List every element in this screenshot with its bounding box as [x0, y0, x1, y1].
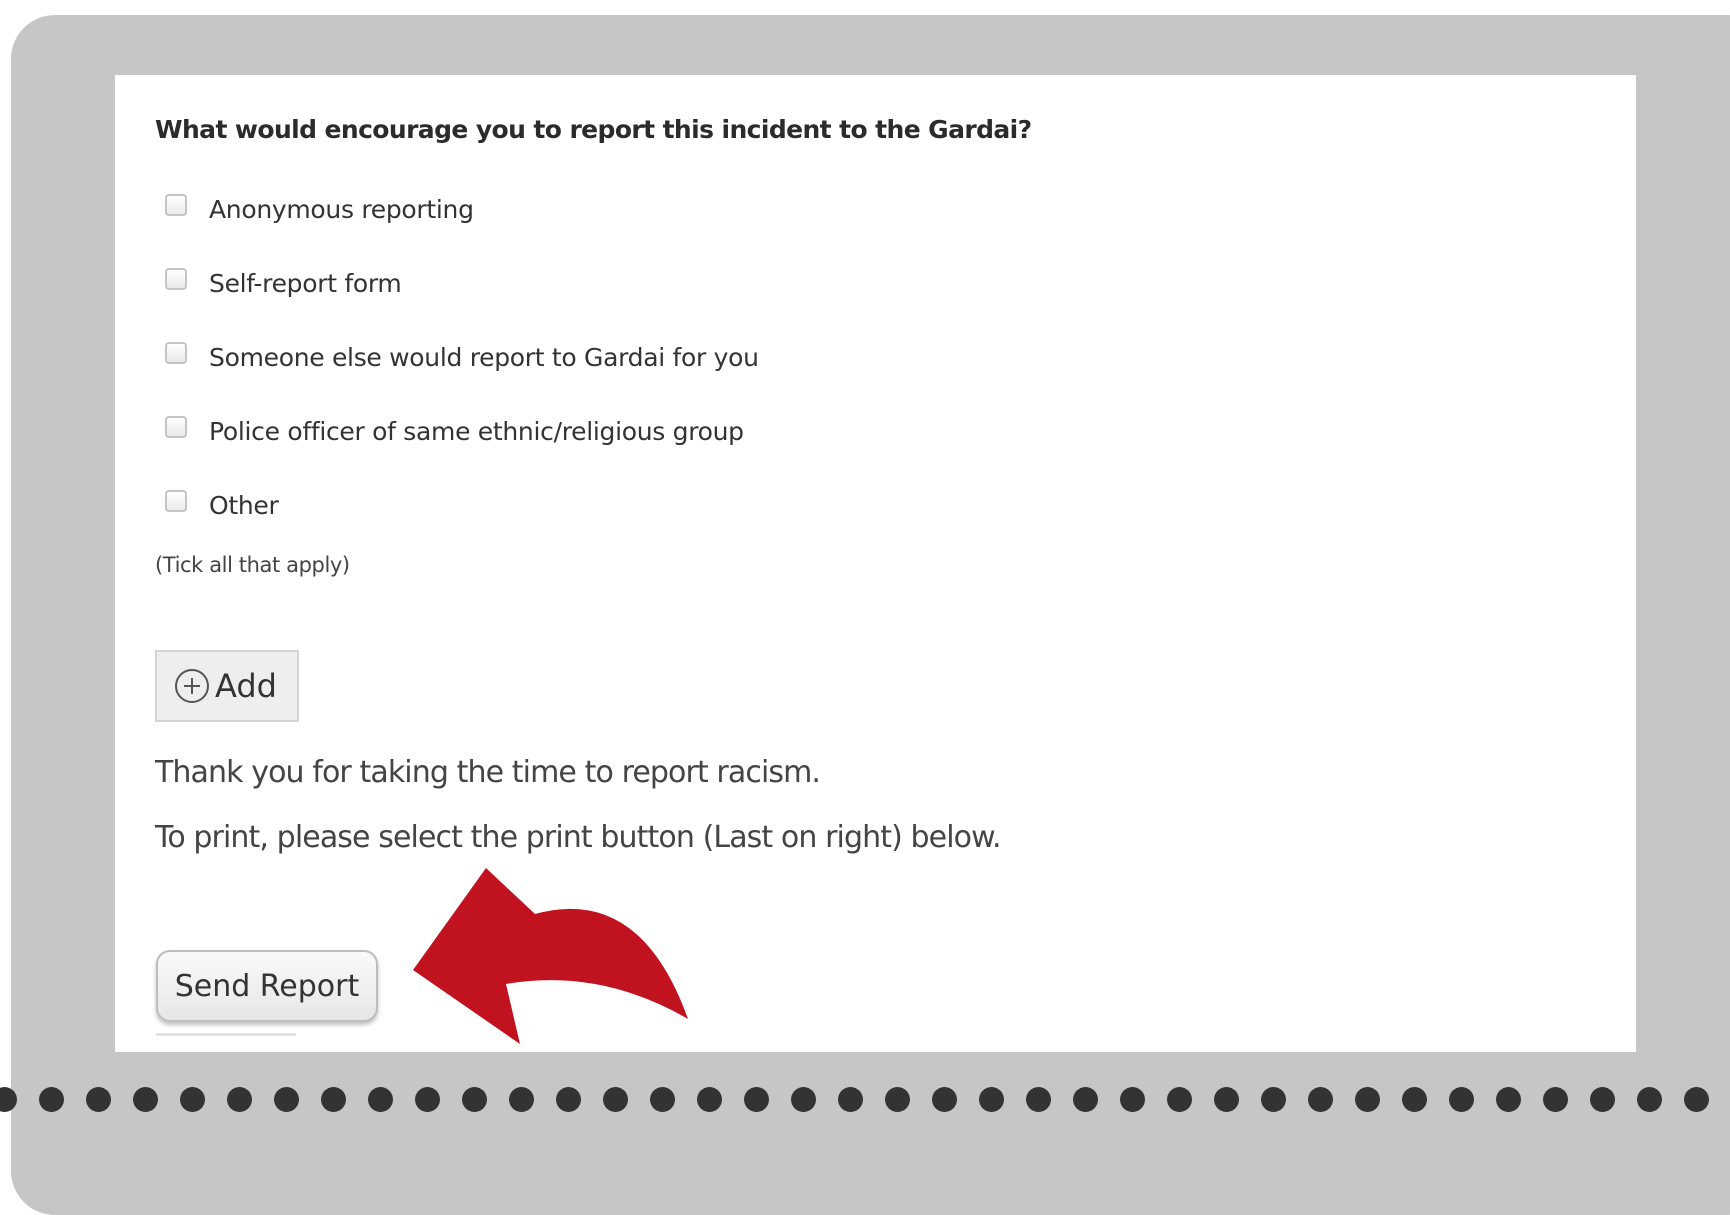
checkbox[interactable] — [165, 341, 187, 364]
option-someone-else-reports[interactable]: Someone else would report to Gardai for … — [165, 341, 759, 372]
dot — [274, 1087, 299, 1112]
option-label: Self-report form — [209, 269, 402, 298]
report-form-panel: What would encourage you to report this … — [115, 75, 1636, 1052]
dot — [86, 1087, 111, 1112]
dot — [979, 1087, 1004, 1112]
dot — [1684, 1087, 1709, 1112]
dot — [1355, 1087, 1380, 1112]
add-button[interactable]: Add — [155, 650, 299, 722]
dot — [1449, 1087, 1474, 1112]
option-label: Anonymous reporting — [209, 195, 474, 224]
dot — [1214, 1087, 1239, 1112]
dot — [556, 1087, 581, 1112]
dot — [1402, 1087, 1427, 1112]
dot — [462, 1087, 487, 1112]
add-button-label: Add — [215, 667, 277, 705]
dot — [1496, 1087, 1521, 1112]
dot — [650, 1087, 675, 1112]
plus-circle-icon — [175, 669, 209, 703]
dot — [1167, 1087, 1192, 1112]
tick-all-hint: (Tick all that apply) — [155, 553, 350, 577]
print-instruction: To print, please select the print button… — [155, 820, 1002, 855]
checkbox[interactable] — [165, 267, 187, 290]
dot — [133, 1087, 158, 1112]
dot — [744, 1087, 769, 1112]
dot — [838, 1087, 863, 1112]
dot — [1543, 1087, 1568, 1112]
dot — [1637, 1087, 1662, 1112]
dotted-border — [0, 1087, 1709, 1112]
checkbox[interactable] — [165, 193, 187, 216]
divider — [156, 1033, 296, 1036]
dot — [791, 1087, 816, 1112]
dot — [885, 1087, 910, 1112]
dot — [932, 1087, 957, 1112]
question-heading: What would encourage you to report this … — [155, 115, 1032, 144]
dot — [415, 1087, 440, 1112]
dot — [509, 1087, 534, 1112]
dot — [1261, 1087, 1286, 1112]
dot — [697, 1087, 722, 1112]
dot — [1590, 1087, 1615, 1112]
option-other[interactable]: Other — [165, 489, 279, 520]
dot — [180, 1087, 205, 1112]
checkbox[interactable] — [165, 489, 187, 512]
dot — [603, 1087, 628, 1112]
dot — [227, 1087, 252, 1112]
dot — [39, 1087, 64, 1112]
dot — [0, 1087, 17, 1112]
dot — [1073, 1087, 1098, 1112]
thank-you-message: Thank you for taking the time to report … — [155, 755, 821, 790]
option-self-report-form[interactable]: Self-report form — [165, 267, 402, 298]
option-label: Someone else would report to Gardai for … — [209, 343, 759, 372]
send-report-button[interactable]: Send Report — [156, 950, 378, 1022]
option-anonymous-reporting[interactable]: Anonymous reporting — [165, 193, 474, 224]
dot — [321, 1087, 346, 1112]
option-label: Police officer of same ethnic/religious … — [209, 417, 744, 446]
dot — [1120, 1087, 1145, 1112]
dot — [368, 1087, 393, 1112]
option-label: Other — [209, 491, 279, 520]
option-police-officer-same-group[interactable]: Police officer of same ethnic/religious … — [165, 415, 744, 446]
dot — [1308, 1087, 1333, 1112]
checkbox[interactable] — [165, 415, 187, 438]
dot — [1026, 1087, 1051, 1112]
